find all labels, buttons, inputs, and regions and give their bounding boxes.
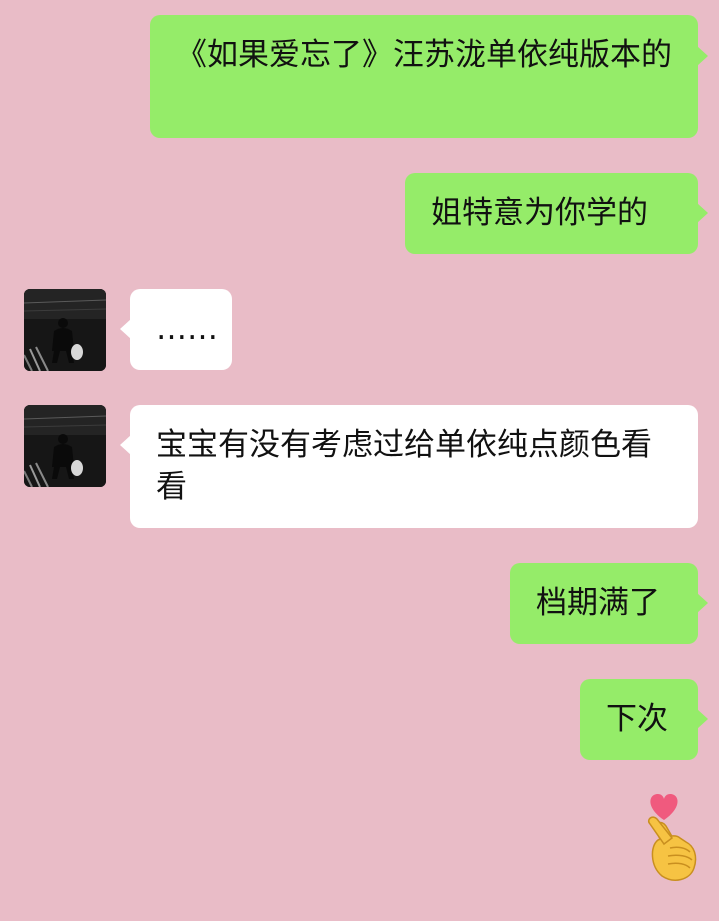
message-text: …… [156, 311, 218, 347]
chat-history[interactable]: 《如果爱忘了》汪苏泷单依纯版本的 姐特意为你学的 …… 宝宝有没有考虑过给单依纯… [0, 0, 719, 921]
incoming-message-bubble[interactable]: 宝宝有没有考虑过给单依纯点颜色看看 [120, 405, 698, 528]
contact-avatar[interactable] [24, 405, 106, 487]
outgoing-message-bubble[interactable]: 档期满了 [510, 563, 708, 644]
outgoing-message-bubble[interactable]: 姐特意为你学的 [405, 173, 708, 254]
incoming-message-bubble[interactable]: …… [120, 289, 232, 370]
contact-avatar[interactable] [24, 289, 106, 371]
outgoing-message-bubble[interactable]: 《如果爱忘了》汪苏泷单依纯版本的 [150, 15, 708, 138]
message-text: 宝宝有没有考虑过给单依纯点颜色看看 [156, 427, 652, 505]
message-text: 下次 [606, 701, 668, 737]
outgoing-message-bubble[interactable]: 下次 [580, 679, 708, 760]
message-text: 档期满了 [536, 585, 660, 621]
message-text: 姐特意为你学的 [431, 195, 648, 231]
message-text: 《如果爱忘了》汪苏泷单依纯版本的 [176, 37, 672, 73]
finger-heart-icon[interactable] [636, 790, 708, 886]
